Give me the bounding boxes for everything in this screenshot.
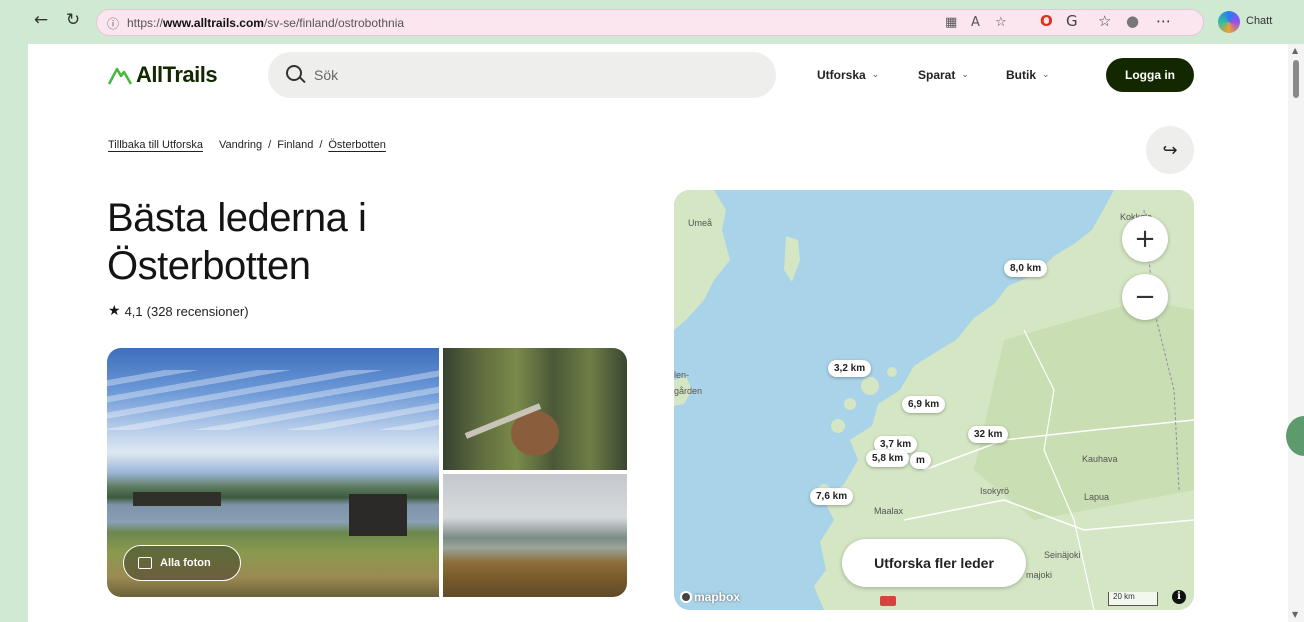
info-icon[interactable]: i xyxy=(1172,590,1186,604)
mountain-logo-icon xyxy=(107,65,133,85)
trail-marker[interactable]: 7,6 km xyxy=(810,488,854,505)
zoom-out-button[interactable]: − xyxy=(1122,274,1168,320)
read-aloud-icon[interactable]: A xyxy=(971,15,980,30)
breadcrumb-separator: / xyxy=(268,139,272,151)
address-bar[interactable]: ⓘ https://www.alltrails.com/sv-se/finlan… xyxy=(96,9,1204,36)
search-input[interactable] xyxy=(314,64,734,86)
breadcrumb-activity[interactable]: Vandring xyxy=(219,139,262,151)
map-place-label: Umeå xyxy=(688,218,713,228)
map-scale: 20 km xyxy=(1108,592,1158,606)
nav-butik[interactable]: Butik ⌄ xyxy=(1006,68,1050,82)
minus-icon: − xyxy=(1134,282,1156,312)
review-count: (328 recensioner) xyxy=(146,303,249,319)
breadcrumb-region[interactable]: Österbotten xyxy=(328,139,385,151)
mapbox-attribution[interactable]: mapbox xyxy=(680,590,740,604)
reload-icon[interactable]: ↻ xyxy=(62,10,84,30)
alltrails-logo[interactable]: AllTrails xyxy=(107,62,218,88)
page-title: Bästa lederna i Österbotten xyxy=(107,196,367,288)
chevron-down-icon: ⌄ xyxy=(871,70,880,80)
favorites-icon[interactable]: ☆ xyxy=(1098,12,1111,30)
all-photos-button[interactable]: Alla foton xyxy=(123,545,241,581)
opera-extension-icon[interactable]: O xyxy=(1040,12,1053,30)
breadcrumb-back-link[interactable]: Tillbaka till Utforska xyxy=(108,139,203,151)
search-icon xyxy=(286,65,302,81)
chevron-down-icon: ⌄ xyxy=(1042,70,1050,80)
trail-marker[interactable]: 3,2 km xyxy=(828,360,872,377)
browser-toolbar: ← ↻ ⓘ https://www.alltrails.com/sv-se/fi… xyxy=(0,0,1304,44)
scroll-down-icon[interactable]: ▼ xyxy=(1292,610,1298,619)
site-info-icon[interactable]: ⓘ xyxy=(107,15,119,32)
chat-label[interactable]: Chatt xyxy=(1246,15,1272,27)
breadcrumb-separator: / xyxy=(319,139,323,151)
nav-label: Sparat xyxy=(918,68,956,82)
scroll-up-icon[interactable]: ▲ xyxy=(1292,46,1298,55)
copilot-icon[interactable] xyxy=(1218,11,1240,33)
map-place-label: Lapua xyxy=(1084,492,1110,502)
chevron-down-icon: ⌄ xyxy=(961,70,969,80)
back-arrow-icon[interactable]: ← xyxy=(30,10,52,30)
coast-photo[interactable] xyxy=(443,474,627,597)
photo-shed xyxy=(349,494,407,536)
trail-marker[interactable]: 6,9 km xyxy=(902,396,946,413)
rating-value: 4,1 xyxy=(124,303,143,319)
web-page: AllTrails Utforska ⌄ Sparat ⌄ Butik ⌄ Logga… xyxy=(28,44,1288,622)
nav-sparat[interactable]: Sparat ⌄ xyxy=(918,68,969,82)
page-scrollbar[interactable]: ▲ ▼ xyxy=(1288,44,1304,622)
plus-icon: + xyxy=(1134,224,1156,254)
forest-photo[interactable] xyxy=(443,348,627,470)
trail-marker[interactable]: m xyxy=(910,452,931,469)
share-arrow-icon: ↪ xyxy=(1162,139,1178,161)
star-icon: ★ xyxy=(108,303,121,319)
trail-map[interactable]: Umeå Kokkola len- gården Kauhava Isokyrö… xyxy=(674,190,1194,610)
mapbox-text: mapbox xyxy=(694,590,741,604)
breadcrumb-country[interactable]: Finland xyxy=(277,139,313,151)
reader-mode-icon[interactable]: ▦ xyxy=(945,15,957,30)
explore-more-trails-button[interactable]: Utforska fler leder xyxy=(842,539,1026,587)
rating-summary[interactable]: ★ 4,1 (328 recensioner) xyxy=(108,303,249,319)
map-place-label: majoki xyxy=(1026,570,1053,580)
mapbox-logo-icon xyxy=(680,591,692,603)
map-place-label: Maalax xyxy=(874,506,904,516)
breadcrumb: Tillbaka till Utforska Vandring / Finlan… xyxy=(108,139,386,151)
map-place-label: Seinäjoki xyxy=(1044,550,1081,560)
photo-clouds xyxy=(107,370,439,430)
share-button[interactable]: ↪ xyxy=(1146,126,1194,174)
scroll-thumb[interactable] xyxy=(1293,60,1299,98)
trail-marker[interactable]: 8,0 km xyxy=(1004,260,1048,277)
trail-marker[interactable]: 5,8 km xyxy=(866,450,910,467)
main-photo[interactable]: Alla foton xyxy=(107,348,439,597)
map-place-label: gården xyxy=(674,386,703,396)
photo-building xyxy=(133,492,221,506)
nav-utforska[interactable]: Utforska ⌄ xyxy=(817,68,879,82)
road-sign-icon xyxy=(880,596,896,606)
logo-text: AllTrails xyxy=(136,62,218,87)
map-place-label: Isokyrö xyxy=(980,486,1010,496)
all-photos-label: Alla foton xyxy=(160,557,211,569)
image-icon xyxy=(138,557,152,569)
url-text: https://www.alltrails.com/sv-se/finland/… xyxy=(127,16,405,30)
map-place-label: Kauhava xyxy=(1082,454,1118,464)
photo-fallen-tree xyxy=(464,403,542,439)
zoom-in-button[interactable]: + xyxy=(1122,216,1168,262)
more-menu-icon[interactable]: ⋯ xyxy=(1156,12,1171,30)
login-button[interactable]: Logga in xyxy=(1106,58,1194,92)
extension-icon[interactable]: G xyxy=(1066,12,1078,30)
favorite-star-icon[interactable]: ☆ xyxy=(995,15,1007,30)
trail-marker[interactable]: 32 km xyxy=(968,426,1009,443)
map-place-label: len- xyxy=(674,370,690,380)
nav-label: Utforska xyxy=(817,68,866,82)
search-bar[interactable] xyxy=(268,52,776,98)
profile-icon[interactable]: ● xyxy=(1126,12,1139,30)
nav-label: Butik xyxy=(1006,68,1036,82)
